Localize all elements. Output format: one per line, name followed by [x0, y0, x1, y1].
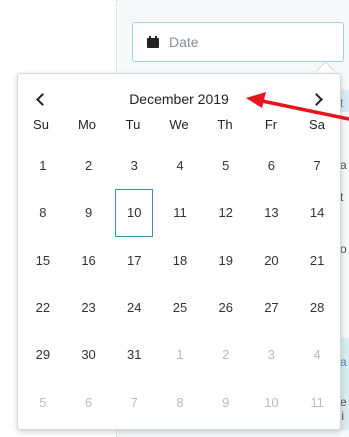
weekday-header-row: Su Mo Tu We Th Fr Sa: [18, 109, 340, 139]
prev-month-button[interactable]: [30, 87, 54, 111]
day-cell-next-month[interactable]: 9: [203, 379, 249, 426]
day-cell[interactable]: 7: [294, 142, 340, 189]
weekday-label: Fr: [264, 116, 278, 132]
day-cell[interactable]: 28: [294, 284, 340, 331]
weekday-label: Su: [33, 116, 49, 132]
day-cell[interactable]: 16: [66, 237, 112, 284]
day-cell[interactable]: 14: [294, 189, 340, 236]
day-cell[interactable]: 3: [111, 142, 157, 189]
day-cell[interactable]: 23: [66, 284, 112, 331]
next-month-button[interactable]: [304, 87, 328, 111]
day-cell[interactable]: 22: [20, 284, 66, 331]
date-input[interactable]: Date: [132, 22, 344, 62]
day-cell[interactable]: 11: [157, 189, 203, 236]
side-snippet: e: [340, 395, 347, 409]
day-cell[interactable]: 21: [294, 237, 340, 284]
weekday-label: Tu: [125, 116, 141, 132]
chevron-left-icon: [35, 92, 49, 106]
day-cell[interactable]: 13: [249, 189, 295, 236]
side-snippet: o: [340, 242, 347, 256]
day-cell-next-month[interactable]: 8: [157, 379, 203, 426]
day-cell-next-month[interactable]: 7: [111, 379, 157, 426]
day-cell[interactable]: 26: [203, 284, 249, 331]
side-snippet: a: [340, 158, 347, 172]
day-cell[interactable]: 5: [203, 142, 249, 189]
day-cell[interactable]: 31: [111, 331, 157, 378]
day-cell[interactable]: 17: [111, 237, 157, 284]
weekday-label: Mo: [77, 116, 97, 132]
day-cell[interactable]: 27: [249, 284, 295, 331]
day-cell-next-month[interactable]: 5: [20, 379, 66, 426]
date-input-placeholder: Date: [169, 34, 199, 50]
month-title[interactable]: December 2019: [129, 91, 229, 107]
day-grid: 1 2 3 4 5 6 7 8 9 10 11 12 13 14 15 16 17 18 19 20 21 22 23 24 2…: [20, 142, 340, 426]
day-cell-next-month[interactable]: 6: [66, 379, 112, 426]
weekday-label: Th: [217, 116, 233, 132]
day-cell-next-month[interactable]: 10: [249, 379, 295, 426]
day-cell[interactable]: 19: [203, 237, 249, 284]
calendar-icon: [147, 36, 159, 48]
side-snippet: a: [340, 355, 347, 369]
day-cell[interactable]: 24: [111, 284, 157, 331]
weekday-label: We: [169, 116, 189, 132]
day-cell[interactable]: 29: [20, 331, 66, 378]
day-cell-next-month[interactable]: 11: [294, 379, 340, 426]
day-cell-today[interactable]: 10: [115, 189, 154, 237]
day-cell-next-month[interactable]: 2: [203, 331, 249, 378]
day-cell[interactable]: 30: [66, 331, 112, 378]
day-cell[interactable]: 15: [20, 237, 66, 284]
chevron-right-icon: [309, 92, 323, 106]
day-cell[interactable]: 20: [249, 237, 295, 284]
day-cell-next-month[interactable]: 3: [249, 331, 295, 378]
day-cell[interactable]: 6: [249, 142, 295, 189]
day-cell[interactable]: 4: [157, 142, 203, 189]
day-cell[interactable]: 1: [20, 142, 66, 189]
day-cell[interactable]: 8: [20, 189, 66, 236]
day-cell[interactable]: 18: [157, 237, 203, 284]
day-cell[interactable]: 12: [203, 189, 249, 236]
weekday-label: Sa: [309, 116, 325, 132]
day-cell[interactable]: 2: [66, 142, 112, 189]
day-cell-next-month[interactable]: 1: [157, 331, 203, 378]
day-cell-next-month[interactable]: 4: [294, 331, 340, 378]
day-cell[interactable]: 9: [66, 189, 112, 236]
day-cell[interactable]: 25: [157, 284, 203, 331]
calendar-popover: December 2019 Su Mo Tu We Th Fr Sa 1 2 3 4 5 6 7 8 9 10…: [17, 73, 341, 430]
